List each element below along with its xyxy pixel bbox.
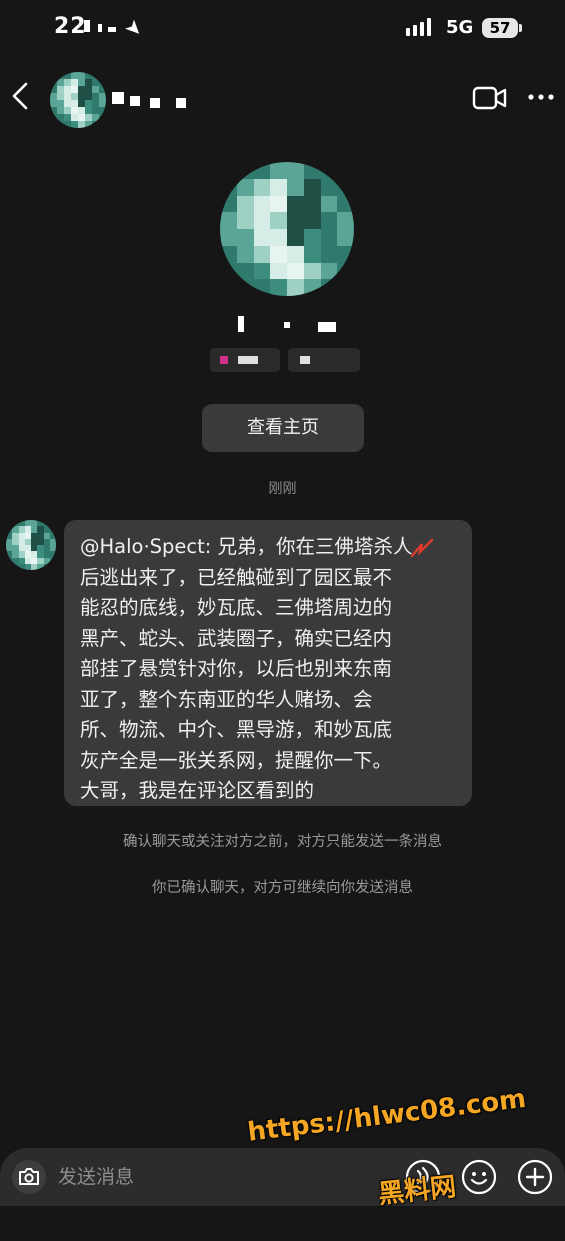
message-bubble[interactable]: @Halo·Spect: 兄弟，你在三佛塔杀人 后逃出来了，已经触碰到了园区最不… (64, 520, 472, 806)
plus-icon (517, 1159, 553, 1195)
avatar-pixels (220, 162, 354, 296)
emoji-button[interactable] (460, 1158, 498, 1196)
status-time: 22 (54, 14, 87, 39)
camera-icon (12, 1160, 46, 1194)
battery-level: 57 (482, 18, 518, 38)
profile-tags (206, 346, 366, 374)
battery-icon (519, 24, 522, 32)
message-input[interactable] (58, 1160, 358, 1194)
watermark-url: https://hlwc08.com (246, 1083, 528, 1148)
status-time-pixel (84, 20, 90, 32)
chat-header (0, 60, 565, 136)
more-actions-button[interactable] (516, 1158, 554, 1196)
notice-limit: 确认聊天或关注对方之前，对方只能发送一条消息 (123, 834, 442, 850)
watermark-mark-icon (410, 538, 434, 558)
signal-icon (406, 18, 436, 36)
contact-name (112, 90, 192, 110)
status-icon-pixel (108, 27, 116, 32)
network-type: 5G (446, 17, 474, 38)
more-icon (528, 94, 554, 100)
video-call-icon (472, 86, 507, 110)
more-button[interactable] (524, 82, 558, 112)
avatar-pixels (6, 520, 56, 570)
notice-confirmed: 你已确认聊天，对方可继续向你发送消息 (152, 880, 413, 896)
view-profile-button[interactable]: 查看主页 (202, 404, 364, 452)
back-button[interactable] (6, 78, 40, 118)
camera-button[interactable] (10, 1158, 48, 1196)
back-arrow-icon (12, 82, 28, 110)
status-bar: 22 ➤ 5G 57 (0, 0, 565, 56)
profile-name (232, 312, 342, 336)
message-text: @Halo·Spect: 兄弟，你在三佛塔杀人 后逃出来了，已经触碰到了园区最不… (80, 535, 413, 802)
profile-avatar[interactable] (220, 162, 354, 296)
location-arrow-icon: ➤ (119, 13, 149, 43)
video-call-button[interactable] (472, 84, 508, 112)
avatar-pixels (50, 72, 106, 128)
emoji-icon (461, 1159, 497, 1195)
sender-avatar[interactable] (6, 520, 56, 570)
status-icon-pixel (98, 24, 102, 32)
message-timestamp: 刚刚 (268, 481, 297, 497)
message-input-bar (0, 1148, 565, 1206)
contact-avatar[interactable] (50, 72, 106, 128)
